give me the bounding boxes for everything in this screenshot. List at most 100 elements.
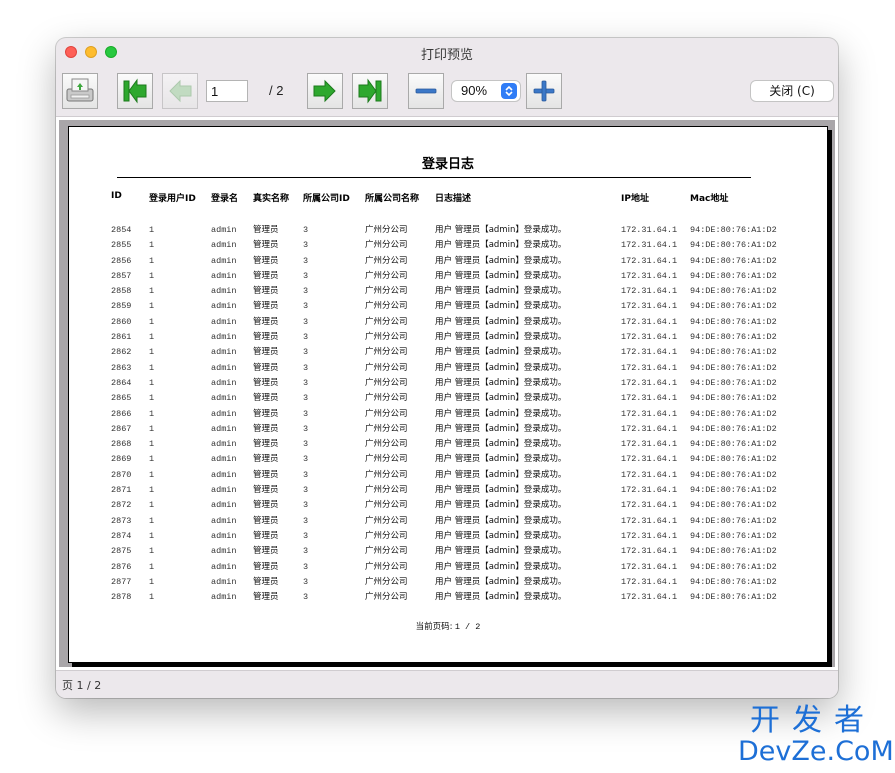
cell-description: 用户 管理员【admin】登录成功。	[435, 500, 567, 511]
report-rows: 2854 1 admin 管理员 3 广州分公司 用户 管理员【admin】登录成功。 172…	[69, 223, 827, 605]
cell-user-id: 1	[149, 423, 155, 434]
cell-user-id: 1	[149, 469, 155, 480]
cell-login-name: admin	[211, 500, 237, 511]
zoom-in-button[interactable]	[526, 73, 562, 109]
cell-login-name: admin	[211, 546, 237, 557]
cell-mac: 94:DE:80:76:A1:D2	[690, 576, 777, 587]
column-header-id: ID	[111, 191, 122, 201]
report-page: 登录日志 ID 登录用户ID 登录名 真实名称 所属公司ID 所属公司名称 日志…	[68, 126, 828, 663]
cell-description: 用户 管理员【admin】登录成功。	[435, 485, 567, 496]
cell-login-name: admin	[211, 439, 237, 450]
report-title: 登录日志	[421, 157, 474, 172]
cell-ip: 172.31.64.1	[621, 500, 678, 511]
cell-user-id: 1	[149, 546, 155, 557]
cell-description: 用户 管理员【admin】登录成功。	[435, 270, 567, 281]
cell-description: 用户 管理员【admin】登录成功。	[435, 332, 567, 343]
cell-login-name: admin	[211, 377, 237, 388]
cell-ip: 172.31.64.1	[621, 316, 678, 327]
cell-company-id: 3	[303, 362, 309, 373]
cell-ip: 172.31.64.1	[621, 393, 678, 404]
prev-page-button[interactable]	[162, 73, 198, 109]
cell-real-name: 管理员	[253, 347, 279, 358]
cell-company-name: 广州分公司	[365, 561, 408, 572]
cell-real-name: 管理员	[253, 515, 279, 526]
cell-login-name: admin	[211, 576, 237, 587]
zoom-select[interactable]: 90%	[451, 80, 521, 102]
table-row: 2878 1 admin 管理员 3 广州分公司 用户 管理员【admin】登录成功。 172…	[69, 590, 827, 605]
cell-ip: 172.31.64.1	[621, 270, 678, 281]
cell-login-name: admin	[211, 561, 237, 572]
cell-description: 用户 管理员【admin】登录成功。	[435, 423, 567, 434]
table-row: 2858 1 admin 管理员 3 广州分公司 用户 管理员【admin】登录成功。 172…	[69, 284, 827, 299]
preview-area[interactable]: 登录日志 ID 登录用户ID 登录名 真实名称 所属公司ID 所属公司名称 日志…	[56, 117, 838, 670]
first-page-button[interactable]	[117, 73, 153, 109]
table-row: 2860 1 admin 管理员 3 广州分公司 用户 管理员【admin】登录成功。 172…	[69, 315, 827, 330]
cell-mac: 94:DE:80:76:A1:D2	[690, 225, 777, 235]
title-divider	[117, 177, 751, 178]
cell-mac: 94:DE:80:76:A1:D2	[690, 316, 777, 327]
table-row: 2871 1 admin 管理员 3 广州分公司 用户 管理员【admin】登录成功。 172…	[69, 483, 827, 498]
cell-company-name: 广州分公司	[365, 515, 408, 526]
cell-login-name: admin	[211, 347, 237, 358]
print-preview-window: 打印预览 / 2	[56, 38, 838, 698]
cell-mac: 94:DE:80:76:A1:D2	[690, 546, 777, 557]
cell-company-name: 广州分公司	[365, 393, 408, 404]
zoom-out-button[interactable]	[408, 73, 444, 109]
cell-user-id: 1	[149, 500, 155, 511]
cell-mac: 94:DE:80:76:A1:D2	[690, 485, 777, 496]
page-total-label: / 2	[269, 83, 284, 98]
cell-company-id: 3	[303, 270, 309, 281]
cell-company-id: 3	[303, 530, 309, 541]
table-row: 2875 1 admin 管理员 3 广州分公司 用户 管理员【admin】登录成功。 172…	[69, 544, 827, 559]
cell-real-name: 管理员	[253, 500, 279, 511]
cell-user-id: 1	[149, 225, 155, 235]
cell-description: 用户 管理员【admin】登录成功。	[435, 240, 567, 251]
cell-login-name: admin	[211, 225, 237, 235]
cell-ip: 172.31.64.1	[621, 530, 678, 541]
cell-id: 2868	[111, 439, 132, 450]
cell-id: 2856	[111, 255, 132, 266]
table-row: 2859 1 admin 管理员 3 广州分公司 用户 管理员【admin】登录成功。 172…	[69, 299, 827, 314]
cell-id: 2861	[111, 332, 132, 343]
cell-company-id: 3	[303, 316, 309, 327]
cell-user-id: 1	[149, 286, 155, 297]
cell-company-name: 广州分公司	[365, 301, 408, 312]
cell-user-id: 1	[149, 362, 155, 373]
watermark-cn: 开发者	[750, 703, 876, 738]
last-page-button[interactable]	[352, 73, 388, 109]
cell-login-name: admin	[211, 485, 237, 496]
cell-description: 用户 管理员【admin】登录成功。	[435, 530, 567, 541]
cell-login-name: admin	[211, 423, 237, 434]
cell-mac: 94:DE:80:76:A1:D2	[690, 286, 777, 297]
cell-user-id: 1	[149, 485, 155, 496]
cell-description: 用户 管理员【admin】登录成功。	[435, 255, 567, 266]
cell-real-name: 管理员	[253, 332, 279, 343]
cell-login-name: admin	[211, 408, 237, 419]
cell-user-id: 1	[149, 561, 155, 572]
cell-company-id: 3	[303, 500, 309, 511]
cell-real-name: 管理员	[253, 592, 279, 603]
cell-real-name: 管理员	[253, 485, 279, 496]
column-header-company-id: 所属公司ID	[303, 194, 350, 204]
close-button[interactable]: 关闭 (C)	[750, 80, 834, 102]
cell-company-name: 广州分公司	[365, 454, 408, 465]
cell-id: 2874	[111, 530, 132, 541]
cell-description: 用户 管理员【admin】登录成功。	[435, 454, 567, 465]
cell-description: 用户 管理员【admin】登录成功。	[435, 377, 567, 388]
cell-company-name: 广州分公司	[365, 546, 408, 557]
cell-company-id: 3	[303, 301, 309, 312]
cell-id: 2872	[111, 500, 132, 511]
cell-login-name: admin	[211, 515, 237, 526]
cell-login-name: admin	[211, 286, 237, 297]
toolbar: / 2 90%	[56, 66, 838, 117]
cell-description: 用户 管理员【admin】登录成功。	[435, 347, 567, 358]
page-number-input[interactable]	[206, 80, 248, 102]
print-button[interactable]	[62, 73, 98, 109]
cell-login-name: admin	[211, 393, 237, 404]
next-page-button[interactable]	[307, 73, 343, 109]
cell-company-name: 广州分公司	[365, 500, 408, 511]
page-footer-label: 当前页码:	[415, 622, 453, 632]
cell-real-name: 管理员	[253, 393, 279, 404]
table-row: 2854 1 admin 管理员 3 广州分公司 用户 管理员【admin】登录成功。 172…	[69, 223, 827, 238]
cell-ip: 172.31.64.1	[621, 255, 678, 266]
